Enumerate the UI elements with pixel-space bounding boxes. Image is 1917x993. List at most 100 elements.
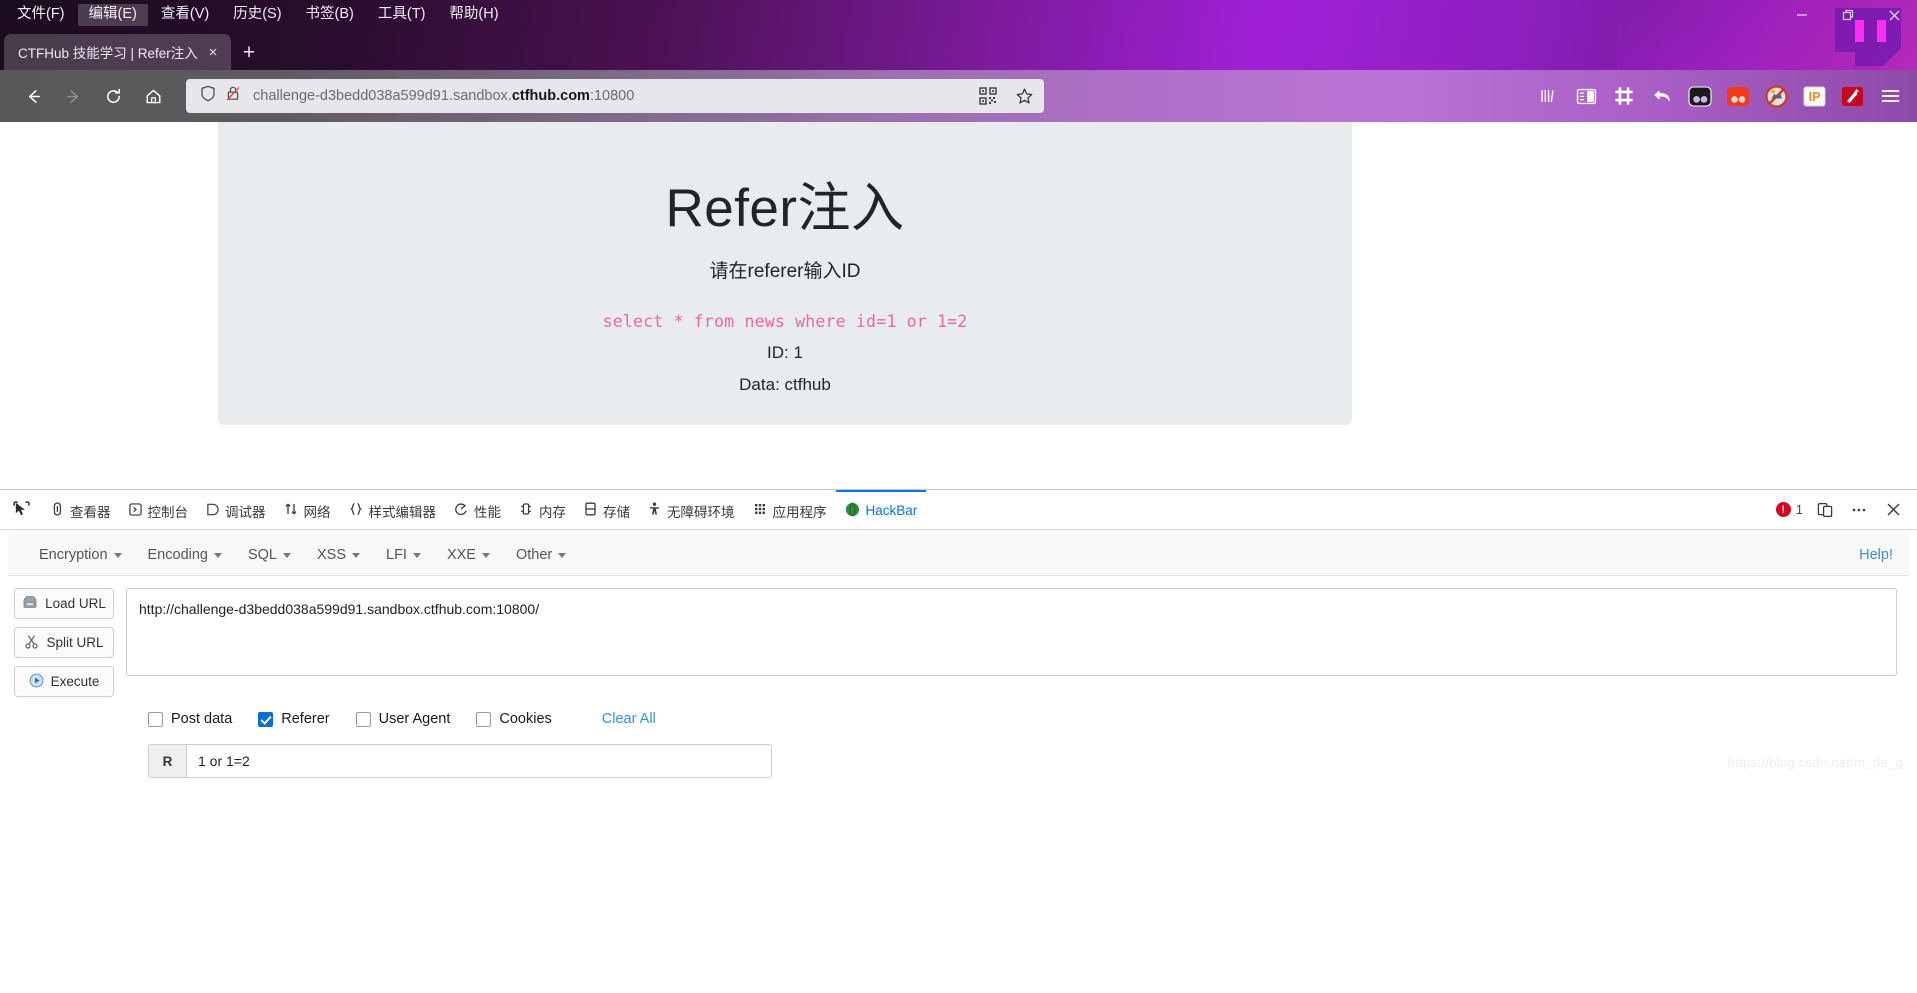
back-button[interactable]: [14, 77, 52, 115]
hackbar-menu-sql[interactable]: SQL: [235, 542, 304, 568]
checkbox-box[interactable]: [476, 711, 492, 727]
element-picker-icon[interactable]: [4, 493, 38, 527]
hackbar-help-link[interactable]: Help!: [1859, 547, 1893, 563]
minimize-button[interactable]: [1779, 0, 1825, 30]
devtools-toolbar-right: ! 1: [1775, 498, 1917, 522]
hackbar-menu-xss[interactable]: XSS: [304, 542, 373, 568]
chevron-down-icon: [481, 553, 490, 558]
close-devtools-icon[interactable]: [1881, 498, 1905, 522]
menu-item-tools[interactable]: 工具(T): [367, 4, 437, 26]
hackbar-menu-other[interactable]: Other: [503, 542, 579, 568]
url-textarea[interactable]: [126, 588, 1897, 676]
menu-item-file[interactable]: 文件(F): [6, 4, 76, 26]
tab-label: 控制台: [147, 504, 189, 520]
hackbar-menu-encryption[interactable]: Encryption: [26, 542, 135, 568]
devtools-tab-accessibility[interactable]: 无障碍环境: [639, 490, 744, 529]
devtools-tab-application[interactable]: 应用程序: [744, 490, 836, 529]
menu-bar: 文件(F) 编辑(E) 查看(V) 历史(S) 书签(B) 工具(T) 帮助(H…: [0, 0, 1917, 30]
menu-item-edit[interactable]: 编辑(E): [77, 4, 148, 26]
checkbox-post-data[interactable]: Post data: [148, 711, 232, 727]
moon-reader-icon[interactable]: [1725, 83, 1751, 109]
split-url-button[interactable]: Split URL: [14, 627, 114, 658]
checkbox-box[interactable]: [258, 711, 274, 727]
noscript-icon[interactable]: [1763, 83, 1789, 109]
chevron-down-icon: [352, 553, 361, 558]
menu-item-bookmarks[interactable]: 书签(B): [295, 4, 365, 26]
devtools-tab-network[interactable]: 网络: [275, 490, 340, 529]
menu-item-view[interactable]: 查看(V): [150, 4, 220, 26]
devtools-tab-hackbar[interactable]: HackBar: [835, 490, 927, 529]
hamburger-menu-icon[interactable]: [1877, 83, 1903, 109]
referer-input[interactable]: [186, 744, 772, 778]
home-button[interactable]: [134, 77, 172, 115]
devtools-tab-storage[interactable]: 存储: [575, 490, 639, 529]
tab-label: 查看器: [70, 504, 111, 520]
menu-label: LFI: [386, 546, 407, 563]
magic-wand-icon[interactable]: [1839, 83, 1865, 109]
devtools-tab-style-editor[interactable]: 样式编辑器: [340, 490, 446, 529]
hackbar-menu-lfi[interactable]: LFI: [373, 542, 434, 568]
qr-code-icon[interactable]: [974, 82, 1002, 110]
button-label: Execute: [50, 674, 100, 689]
ip-badge-icon[interactable]: IP: [1801, 83, 1827, 109]
checkbox-box[interactable]: [148, 711, 163, 727]
inspector-icon: [51, 502, 64, 519]
error-count-badge[interactable]: ! 1: [1775, 502, 1803, 517]
restore-button[interactable]: [1825, 0, 1871, 30]
devtools-tab-bar: 查看器 控制台 调试器 网络 样式编辑器 性能 内存 存储 无障碍环境 应用程序…: [0, 490, 1917, 530]
menu-item-history[interactable]: 历史(S): [222, 4, 292, 26]
responsive-mode-icon[interactable]: [1813, 498, 1837, 522]
undo-icon[interactable]: [1649, 83, 1675, 109]
address-bar[interactable]: challenge-d3bedd038a599d91.sandbox.ctfhu…: [186, 79, 1044, 113]
sidebar-icon[interactable]: [1573, 83, 1599, 109]
crop-icon[interactable]: [1611, 83, 1637, 109]
referer-input-row: R: [0, 727, 1917, 778]
menu-label: Other: [515, 546, 553, 563]
library-icon[interactable]: [1535, 83, 1561, 109]
chevron-down-icon: [113, 553, 122, 558]
navigation-toolbar: challenge-d3bedd038a599d91.sandbox.ctfhu…: [0, 70, 1917, 122]
forward-button[interactable]: [54, 77, 92, 115]
reload-button[interactable]: [94, 77, 132, 115]
browser-window-chrome: 文件(F) 编辑(E) 查看(V) 历史(S) 书签(B) 工具(T) 帮助(H…: [0, 0, 1917, 70]
devtools-tab-memory[interactable]: 内存: [510, 490, 575, 529]
clear-all-link[interactable]: Clear All: [602, 711, 656, 727]
checkbox-cookies[interactable]: Cookies: [476, 711, 552, 727]
menu-item-help[interactable]: 帮助(H): [438, 4, 509, 26]
devtools-tab-console[interactable]: 控制台: [120, 490, 198, 529]
meatball-menu-icon[interactable]: [1847, 498, 1871, 522]
devtools-tab-performance[interactable]: 性能: [445, 490, 510, 529]
hackbar-menu-encoding[interactable]: Encoding: [135, 542, 235, 568]
menu-label: Encoding: [147, 546, 208, 563]
chevron-down-icon: [558, 553, 567, 558]
button-label: Split URL: [46, 635, 104, 650]
execute-button[interactable]: Execute: [14, 666, 114, 697]
shield-icon[interactable]: [200, 85, 216, 107]
load-url-button[interactable]: Load URL: [14, 588, 114, 619]
dark-reader-icon[interactable]: [1687, 83, 1713, 109]
devtools-tab-debugger[interactable]: 调试器: [197, 490, 275, 529]
tab-label: 调试器: [225, 504, 266, 520]
url-text: challenge-d3bedd038a599d91.sandbox.ctfhu…: [253, 88, 635, 104]
hackbar-options-row: Post data Referer User Agent Cookies Cle…: [0, 697, 1917, 727]
chevron-down-icon: [412, 553, 421, 558]
devtools-tab-inspector[interactable]: 查看器: [42, 490, 120, 529]
lock-broken-icon[interactable]: [225, 85, 241, 107]
hackbar-menu-xxe[interactable]: XXE: [434, 542, 503, 568]
checkbox-referer[interactable]: Referer: [258, 711, 330, 727]
result-data-text: Data: ctfhub: [739, 375, 831, 395]
referer-prefix-label: R: [148, 744, 186, 778]
close-button[interactable]: [1871, 0, 1917, 30]
page-title: Refer注入: [665, 179, 905, 238]
checkbox-box[interactable]: [355, 711, 371, 727]
star-icon[interactable]: [1010, 82, 1038, 110]
checkbox-user-agent[interactable]: User Agent: [355, 711, 450, 727]
menu-label: XSS: [317, 546, 347, 563]
error-count-label: 1: [1795, 502, 1803, 517]
tab-close-icon[interactable]: ×: [201, 40, 225, 64]
chevron-down-icon: [213, 553, 222, 558]
browser-tab[interactable]: CTFHub 技能学习 | Refer注入 ×: [4, 34, 231, 70]
jumbotron-panel: Refer注入 请在referer输入ID select * from news…: [218, 122, 1352, 425]
svg-text:IP: IP: [1808, 90, 1820, 104]
new-tab-button[interactable]: +: [231, 36, 267, 70]
